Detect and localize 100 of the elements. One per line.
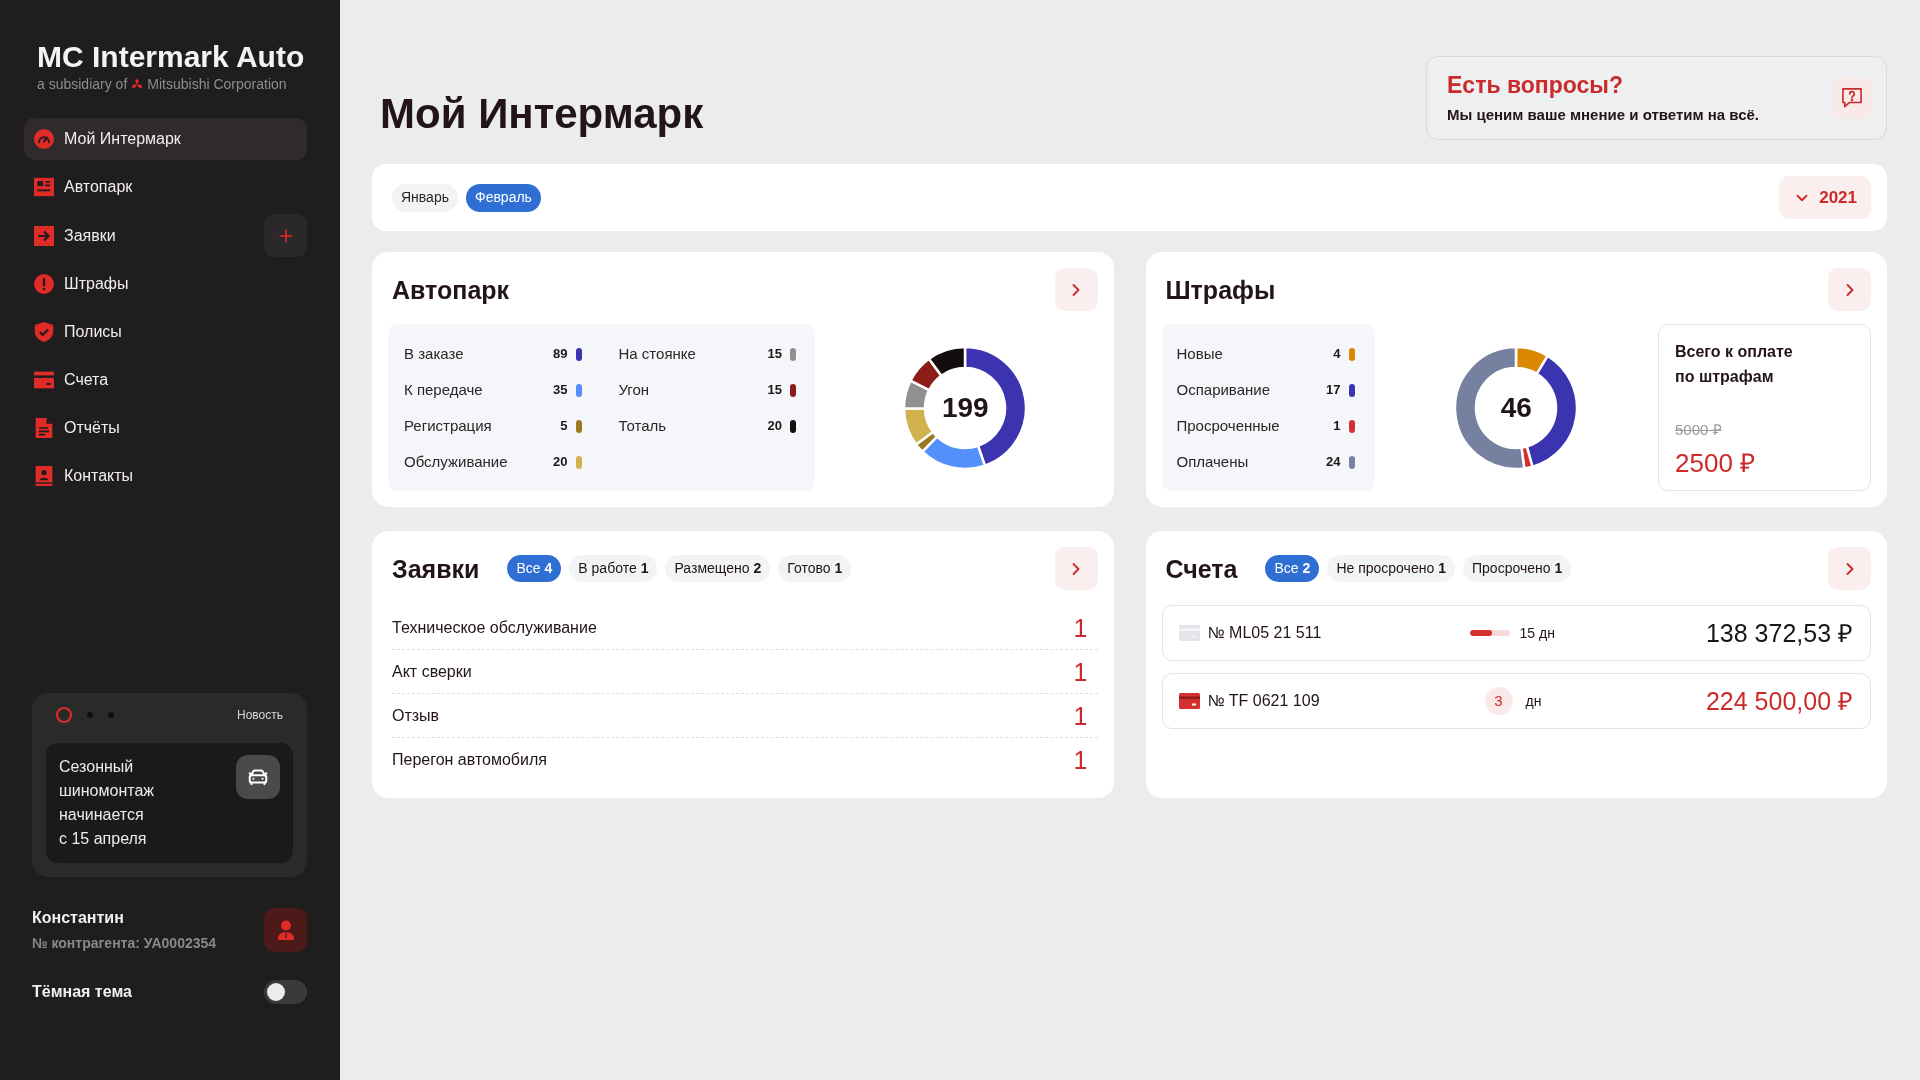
invoice-row[interactable]: № ML05 21 511 15 дн 138 372,53 ₽	[1161, 605, 1871, 661]
logo-subtitle: Mitsubishi Corporation	[147, 75, 287, 93]
request-count: 1	[1073, 612, 1088, 643]
days-left: 15 дн	[1519, 623, 1555, 643]
next-button[interactable]	[1828, 268, 1871, 311]
request-label: Акт сверки	[392, 661, 472, 682]
legend-label: Регистрация	[404, 415, 492, 436]
add-button[interactable]	[264, 214, 307, 257]
invoice-number: № TF 0621 109	[1207, 691, 1320, 711]
filter-tab[interactable]: Все 4	[507, 555, 562, 582]
nav-item[interactable]: Контакты	[24, 455, 307, 497]
legend-value: 15	[767, 345, 782, 364]
days-count: 3	[1484, 687, 1513, 715]
nav-item[interactable]: Полисы	[24, 311, 307, 353]
donut-slice	[909, 357, 943, 391]
contact-card-icon	[34, 466, 54, 486]
help-title: Есть вопросы?	[1447, 71, 1624, 99]
donut-slice	[927, 345, 967, 377]
request-count: 1	[1073, 656, 1088, 687]
help-text: Мы ценим ваше мнение и ответим на всё.	[1447, 105, 1760, 125]
old-amount: 5000 ₽	[1675, 421, 1722, 439]
donut-slice	[903, 406, 935, 446]
nav-item[interactable]: Счета	[24, 359, 307, 401]
invoice-row[interactable]: № TF 0621 109 3 дн 224 500,00 ₽	[1161, 673, 1871, 729]
toggle-switch[interactable]	[264, 980, 307, 1004]
legend-value: 5	[560, 417, 568, 436]
theme-label: Тёмная тема	[32, 982, 132, 1002]
legend-value: 24	[1326, 453, 1341, 472]
page-title: Мой Интермарк	[379, 90, 704, 138]
next-button[interactable]	[1054, 547, 1098, 590]
filter-tab[interactable]: Размещено 2	[665, 555, 771, 582]
legend-label: Угон	[618, 379, 650, 400]
document-icon	[34, 418, 54, 438]
legend-value: 89	[553, 345, 568, 364]
invoice-amount: 138 372,53 ₽	[1705, 618, 1853, 648]
nav-item[interactable]: Заявки	[24, 214, 256, 257]
card-title: Заявки	[391, 553, 480, 584]
legend-label: Оспаривание	[1176, 379, 1270, 400]
gauge-icon	[34, 129, 54, 149]
request-count: 1	[1073, 700, 1088, 731]
arrow-square-icon	[34, 225, 54, 246]
three-diamonds-icon	[130, 78, 145, 90]
next-button[interactable]	[1828, 547, 1871, 590]
card-icon	[1178, 625, 1200, 641]
month-chip[interactable]: Январь	[392, 183, 458, 212]
alert-icon	[34, 274, 54, 294]
month-chip[interactable]: Февраль	[466, 183, 541, 212]
request-count: 1	[1073, 745, 1088, 775]
nav-item[interactable]: Отчёты	[24, 407, 307, 449]
help-button[interactable]	[1831, 77, 1872, 119]
filter-tab[interactable]: В работе 1	[569, 555, 658, 582]
invoice-amount: 224 500,00 ₽	[1705, 686, 1853, 716]
legend-value: 20	[767, 417, 782, 436]
profile-button[interactable]	[264, 908, 307, 952]
account-number: № контрагента: УА0002354	[32, 934, 217, 952]
nav-item[interactable]: Штрафы	[24, 263, 307, 305]
filter-tab[interactable]: Просрочено 1	[1463, 555, 1572, 582]
legend-label: К передаче	[404, 379, 483, 400]
legend-value: 20	[553, 453, 568, 472]
donut-total: 46	[1500, 391, 1532, 424]
card-title: Счета	[1164, 553, 1238, 584]
logo-title: MC Intermark Auto	[37, 39, 306, 75]
card-icon	[34, 370, 54, 390]
legend-label: В заказе	[404, 343, 464, 364]
request-label: Перегон автомобиля	[392, 750, 547, 770]
year-dropdown[interactable]: 2021	[1779, 176, 1871, 219]
filter-tab[interactable]: Все 2	[1265, 555, 1320, 582]
news-text: Сезонный шиномонтаж начинается с 15 апреля	[59, 757, 154, 849]
legend-label: Новые	[1176, 343, 1223, 364]
card-icon	[1178, 693, 1200, 709]
filter-tab[interactable]: Не просрочено 1	[1327, 555, 1455, 582]
invoice-number: № ML05 21 511	[1207, 623, 1322, 643]
card-title: Автопарк	[391, 274, 510, 305]
legend-value: 17	[1326, 381, 1341, 400]
donut-total: 199	[941, 391, 989, 424]
legend-value: 35	[553, 381, 568, 400]
car-icon	[236, 755, 280, 799]
nav-item[interactable]: Мой Интермарк	[24, 118, 307, 160]
days-unit: дн	[1525, 691, 1542, 711]
legend-value: 4	[1333, 345, 1341, 364]
legend-label: На стоянке	[618, 343, 696, 364]
question-bubble-icon	[1841, 88, 1862, 108]
person-icon	[276, 920, 295, 940]
legend-value: 1	[1333, 417, 1341, 436]
filter-tab[interactable]: Готово 1	[778, 555, 852, 582]
card-title: Штрафы	[1164, 274, 1276, 305]
legend-value: 15	[767, 381, 782, 400]
request-label: Отзыв	[392, 705, 440, 726]
legend-label: Обслуживание	[404, 451, 508, 472]
user-name: Константин	[32, 908, 125, 928]
nav-item[interactable]: Автопарк	[24, 166, 307, 208]
news-label: Новость	[237, 707, 283, 724]
legend-label: Тоталь	[618, 415, 667, 436]
id-card-icon	[34, 177, 54, 197]
amount-due: 2500 ₽	[1675, 448, 1756, 478]
legend-label: Оплачены	[1176, 451, 1249, 472]
logo-subtitle: a subsidiary of	[37, 75, 128, 93]
next-button[interactable]	[1054, 268, 1098, 311]
summary-title: Всего к оплате по штрафам	[1675, 342, 1794, 387]
request-label: Техническое обслуживание	[392, 617, 597, 638]
